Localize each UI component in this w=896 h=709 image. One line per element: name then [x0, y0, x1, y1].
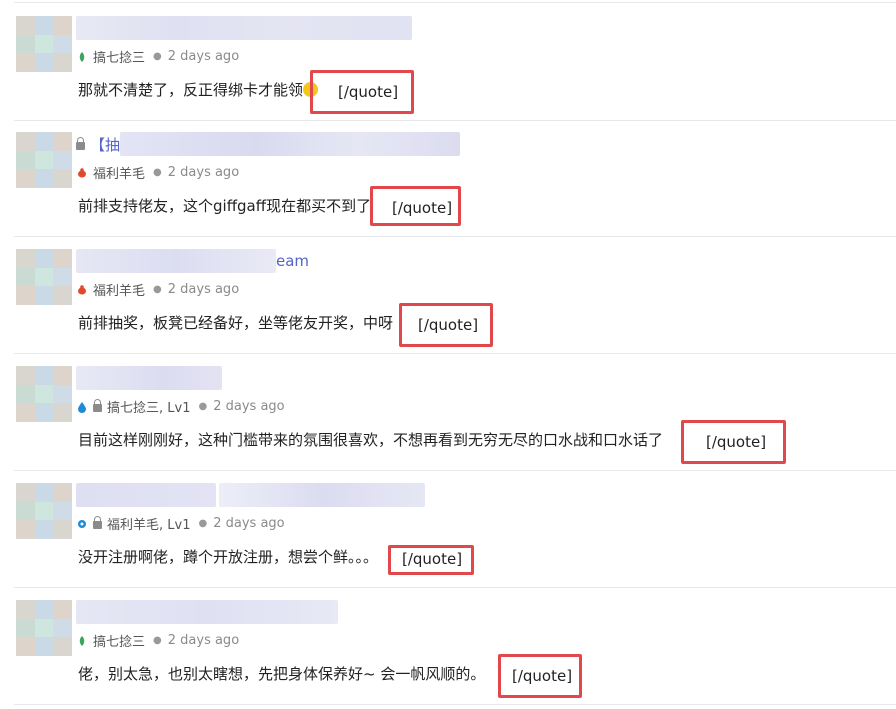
post-content: 佬，别太急，也别太瞎想，先把身体保养好~ 会一帆风顺的。 [78, 663, 485, 684]
reply-post: eam 福利羊毛 ● 2 days ago 前排抽奖，板凳已经备好，坐等佬友开奖… [14, 236, 896, 354]
drop-icon [78, 401, 86, 413]
reply-post: 【抽 福利羊毛 ● 2 days ago 前排支持佬友，这个giffgaff现在… [14, 119, 896, 237]
quote-tag: [/quote] [402, 550, 463, 568]
post-text: 前排抽奖，板凳已经备好，坐等佬友开奖，中呀 [78, 314, 394, 332]
post-text: 没开注册啊佬，蹲个开放注册，想尝个鲜。。。 [78, 548, 379, 566]
post-content: 那就不清楚了，反正得绑卡才能领 [78, 79, 319, 100]
reply-post: 搞七捻三, Lv1 ● 2 days ago 目前这样刚刚好，这种门槛带来的氛围… [14, 353, 896, 471]
post-text: 前排支持佬友，这个giffgaff现在都买不到了 [78, 197, 372, 215]
topic-title[interactable] [76, 365, 222, 391]
topic-title[interactable]: 【抽 [76, 131, 461, 157]
lock-icon [93, 399, 102, 412]
separator-dot: ● [198, 401, 208, 412]
lock-icon [93, 516, 102, 529]
post-content: 没开注册啊佬，蹲个开放注册，想尝个鲜。。。 [78, 546, 378, 567]
category-label[interactable]: 搞七捻三, Lv1 [107, 397, 190, 416]
quote-tag: [/quote] [392, 199, 453, 217]
timestamp[interactable]: 2 days ago [168, 282, 239, 297]
post-meta: 搞七捻三 ● 2 days ago [76, 47, 239, 66]
avatar[interactable] [16, 600, 72, 656]
category-label[interactable]: 搞七捻三 [93, 47, 145, 66]
quote-tag: [/quote] [706, 433, 767, 451]
timestamp[interactable]: 2 days ago [168, 49, 239, 64]
post-content: 前排支持佬友，这个giffgaff现在都买不到了 [78, 195, 371, 216]
gear-icon [78, 519, 86, 528]
quote-tag: [/quote] [512, 667, 573, 685]
separator-dot: ● [153, 284, 162, 295]
category-label[interactable]: 福利羊毛 [93, 163, 145, 182]
quote-tag: [/quote] [338, 83, 399, 101]
timestamp[interactable]: 2 days ago [213, 516, 284, 531]
category-label[interactable]: 福利羊毛, Lv1 [107, 514, 190, 533]
reply-post: 搞七捻三 ● 2 days ago 那就不清楚了，反正得绑卡才能领 [/quot… [14, 2, 896, 121]
separator-dot: ● [198, 518, 208, 529]
post-text: 那就不清楚了，反正得绑卡才能领 [78, 81, 304, 99]
timestamp[interactable]: 2 days ago [213, 399, 284, 414]
category-label[interactable]: 搞七捻三 [93, 631, 145, 650]
reply-post: 搞七捻三 ● 2 days ago 佬，别太急，也别太瞎想，先把身体保养好~ 会… [14, 587, 896, 705]
separator-dot: ● [153, 51, 162, 62]
post-content: 前排抽奖，板凳已经备好，坐等佬友开奖，中呀 [78, 312, 393, 333]
topic-title[interactable] [76, 15, 412, 41]
timestamp[interactable]: 2 days ago [168, 165, 239, 180]
bug-icon [78, 284, 86, 294]
post-meta: 福利羊毛 ● 2 days ago [76, 280, 239, 299]
post-text: 佬，别太急，也别太瞎想，先把身体保养好~ 会一帆风顺的。 [78, 665, 486, 683]
avatar[interactable] [16, 132, 72, 188]
separator-dot: ● [153, 167, 162, 178]
topic-title[interactable]: eam [76, 248, 309, 274]
post-meta: 搞七捻三, Lv1 ● 2 days ago [76, 397, 285, 416]
avatar[interactable] [16, 249, 72, 305]
lock-icon [76, 136, 85, 150]
leaf-icon [79, 635, 85, 646]
post-meta: 搞七捻三 ● 2 days ago [76, 631, 239, 650]
topic-title-text[interactable]: 【抽 [90, 134, 120, 155]
topic-title[interactable] [76, 482, 425, 508]
post-meta: 福利羊毛, Lv1 ● 2 days ago [76, 514, 285, 533]
topic-title-text[interactable]: eam [276, 252, 309, 270]
topic-title[interactable] [76, 599, 338, 625]
avatar[interactable] [16, 483, 72, 539]
avatar[interactable] [16, 366, 72, 422]
post-meta: 福利羊毛 ● 2 days ago [76, 163, 239, 182]
bug-icon [78, 167, 86, 177]
category-label[interactable]: 福利羊毛 [93, 280, 145, 299]
post-text: 目前这样刚刚好，这种门槛带来的氛围很喜欢，不想再看到无穷无尽的口水战和口水话了 [78, 431, 664, 449]
post-content: 目前这样刚刚好，这种门槛带来的氛围很喜欢，不想再看到无穷无尽的口水战和口水话了 [78, 429, 663, 450]
separator-dot: ● [153, 635, 162, 646]
leaf-icon [79, 51, 85, 62]
quote-tag: [/quote] [418, 316, 479, 334]
avatar[interactable] [16, 16, 72, 72]
reply-post: 福利羊毛, Lv1 ● 2 days ago 没开注册啊佬，蹲个开放注册，想尝个… [14, 470, 896, 588]
timestamp[interactable]: 2 days ago [168, 633, 239, 648]
